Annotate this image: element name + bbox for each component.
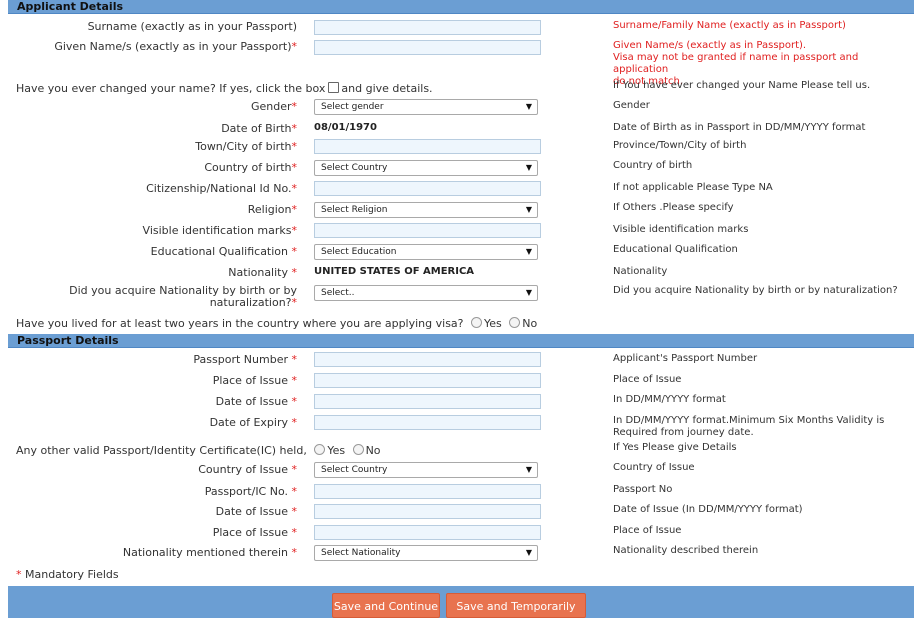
given-name-label: Given Name/s (exactly as in your Passpor… <box>54 40 297 53</box>
chevron-down-icon: ▼ <box>525 247 532 256</box>
gender-select[interactable]: Select gender ▼ <box>314 99 538 115</box>
nationality-help: Nationality <box>613 266 668 277</box>
chevron-down-icon: ▼ <box>525 163 532 172</box>
dob-label: Date of Birth* <box>221 122 297 135</box>
citizenship-input[interactable] <box>314 181 541 196</box>
other-number-label: Passport/IC No. * <box>204 485 297 498</box>
acquire-help: Did you acquire Nationality by birth or … <box>613 285 898 296</box>
chevron-down-icon: ▼ <box>525 205 532 214</box>
country-birth-label: Country of birth* <box>204 161 297 174</box>
passport-details-header: Passport Details <box>8 334 914 348</box>
two-years-question: Have you lived for at least two years in… <box>16 317 538 330</box>
nationality-value: UNITED STATES OF AMERICA <box>314 266 475 277</box>
two-years-no-radio[interactable] <box>509 317 521 328</box>
save-exit-button[interactable]: Save and Temporarily Exit <box>446 593 586 638</box>
education-help: Educational Qualification <box>613 244 738 255</box>
town-label: Town/City of birth* <box>195 140 297 153</box>
chevron-down-icon: ▼ <box>525 548 532 557</box>
marks-input[interactable] <box>314 223 541 238</box>
citizenship-label: Citizenship/National Id No.* <box>146 182 297 195</box>
chevron-down-icon: ▼ <box>525 288 532 297</box>
date-expiry-label: Date of Expiry * <box>209 416 297 429</box>
religion-help: If Others .Please specify <box>613 202 734 213</box>
other-passport-yes-radio[interactable] <box>314 444 326 455</box>
place-issue-help: Place of Issue <box>613 374 682 385</box>
acquire-select[interactable]: Select.. ▼ <box>314 285 538 301</box>
other-place-label: Place of Issue * <box>212 526 297 539</box>
town-help: Province/Town/City of birth <box>613 140 747 151</box>
other-passport-help: If Yes Please give Details <box>613 442 737 453</box>
marks-help: Visible identification marks <box>613 224 749 235</box>
country-birth-select[interactable]: Select Country ▼ <box>314 160 538 176</box>
education-label: Educational Qualification * <box>150 245 297 258</box>
other-country-label: Country of Issue * <box>198 463 297 476</box>
place-issue-input[interactable] <box>314 373 541 388</box>
chevron-down-icon: ▼ <box>525 102 532 111</box>
other-country-select[interactable]: Select Country ▼ <box>314 462 538 478</box>
given-name-input[interactable] <box>314 40 541 55</box>
nationality-label: Nationality * <box>228 266 297 279</box>
date-issue-help: In DD/MM/YYYY format <box>613 394 726 405</box>
other-place-help: Place of Issue <box>613 525 682 536</box>
date-issue-label: Date of Issue * <box>215 395 297 408</box>
mandatory-note: * Mandatory Fields <box>16 568 119 581</box>
passport-number-label: Passport Number * <box>193 353 297 366</box>
gender-help: Gender <box>613 100 650 111</box>
surname-input[interactable] <box>314 20 541 35</box>
other-date-label: Date of Issue * <box>215 505 297 518</box>
religion-label: Religion* <box>247 203 297 216</box>
other-number-help: Passport No <box>613 484 673 495</box>
applicant-details-header: Applicant Details <box>8 0 914 14</box>
dob-help: Date of Birth as in Passport in DD/MM/YY… <box>613 122 866 133</box>
dob-value: 08/01/1970 <box>314 122 377 133</box>
changed-name-checkbox[interactable] <box>328 82 340 93</box>
place-issue-label: Place of Issue * <box>212 374 297 387</box>
changed-name-help: If You have ever changed your Name Pleas… <box>613 80 871 91</box>
changed-name-question: Have you ever changed your name? If yes,… <box>16 82 433 95</box>
other-date-help: Date of Issue (In DD/MM/YYYY format) <box>613 504 803 515</box>
acquire-label: Did you acquire Nationality by birth or … <box>69 284 297 309</box>
other-place-input[interactable] <box>314 525 541 540</box>
date-issue-input[interactable] <box>314 394 541 409</box>
surname-help: Surname/Family Name (exactly as in Passp… <box>613 20 846 31</box>
date-expiry-input[interactable] <box>314 415 541 430</box>
other-date-input[interactable] <box>314 504 541 519</box>
other-nationality-help: Nationality described therein <box>613 545 759 556</box>
other-number-input[interactable] <box>314 484 541 499</box>
surname-label: Surname (exactly as in your Passport) <box>87 20 297 33</box>
other-nationality-label: Nationality mentioned therein * <box>122 546 297 559</box>
passport-number-input[interactable] <box>314 352 541 367</box>
marks-label: Visible identification marks* <box>142 224 297 237</box>
two-years-yes-radio[interactable] <box>471 317 483 328</box>
town-input[interactable] <box>314 139 541 154</box>
passport-number-help: Applicant's Passport Number <box>613 353 758 364</box>
other-passport-no-radio[interactable] <box>352 444 364 455</box>
chevron-down-icon: ▼ <box>525 465 532 474</box>
gender-label: Gender* <box>250 100 297 113</box>
other-passport-question: Any other valid Passport/Identity Certif… <box>16 444 381 457</box>
citizenship-help: If not applicable Please Type NA <box>613 182 773 193</box>
education-select[interactable]: Select Education ▼ <box>314 244 538 260</box>
religion-select[interactable]: Select Religion ▼ <box>314 202 538 218</box>
other-nationality-select[interactable]: Select Nationality ▼ <box>314 545 538 561</box>
save-continue-button[interactable]: Save and Continue <box>332 593 440 618</box>
date-expiry-help: In DD/MM/YYYY format.Minimum Six Months … <box>613 415 885 438</box>
other-country-help: Country of Issue <box>613 462 695 473</box>
country-birth-help: Country of birth <box>613 160 693 171</box>
